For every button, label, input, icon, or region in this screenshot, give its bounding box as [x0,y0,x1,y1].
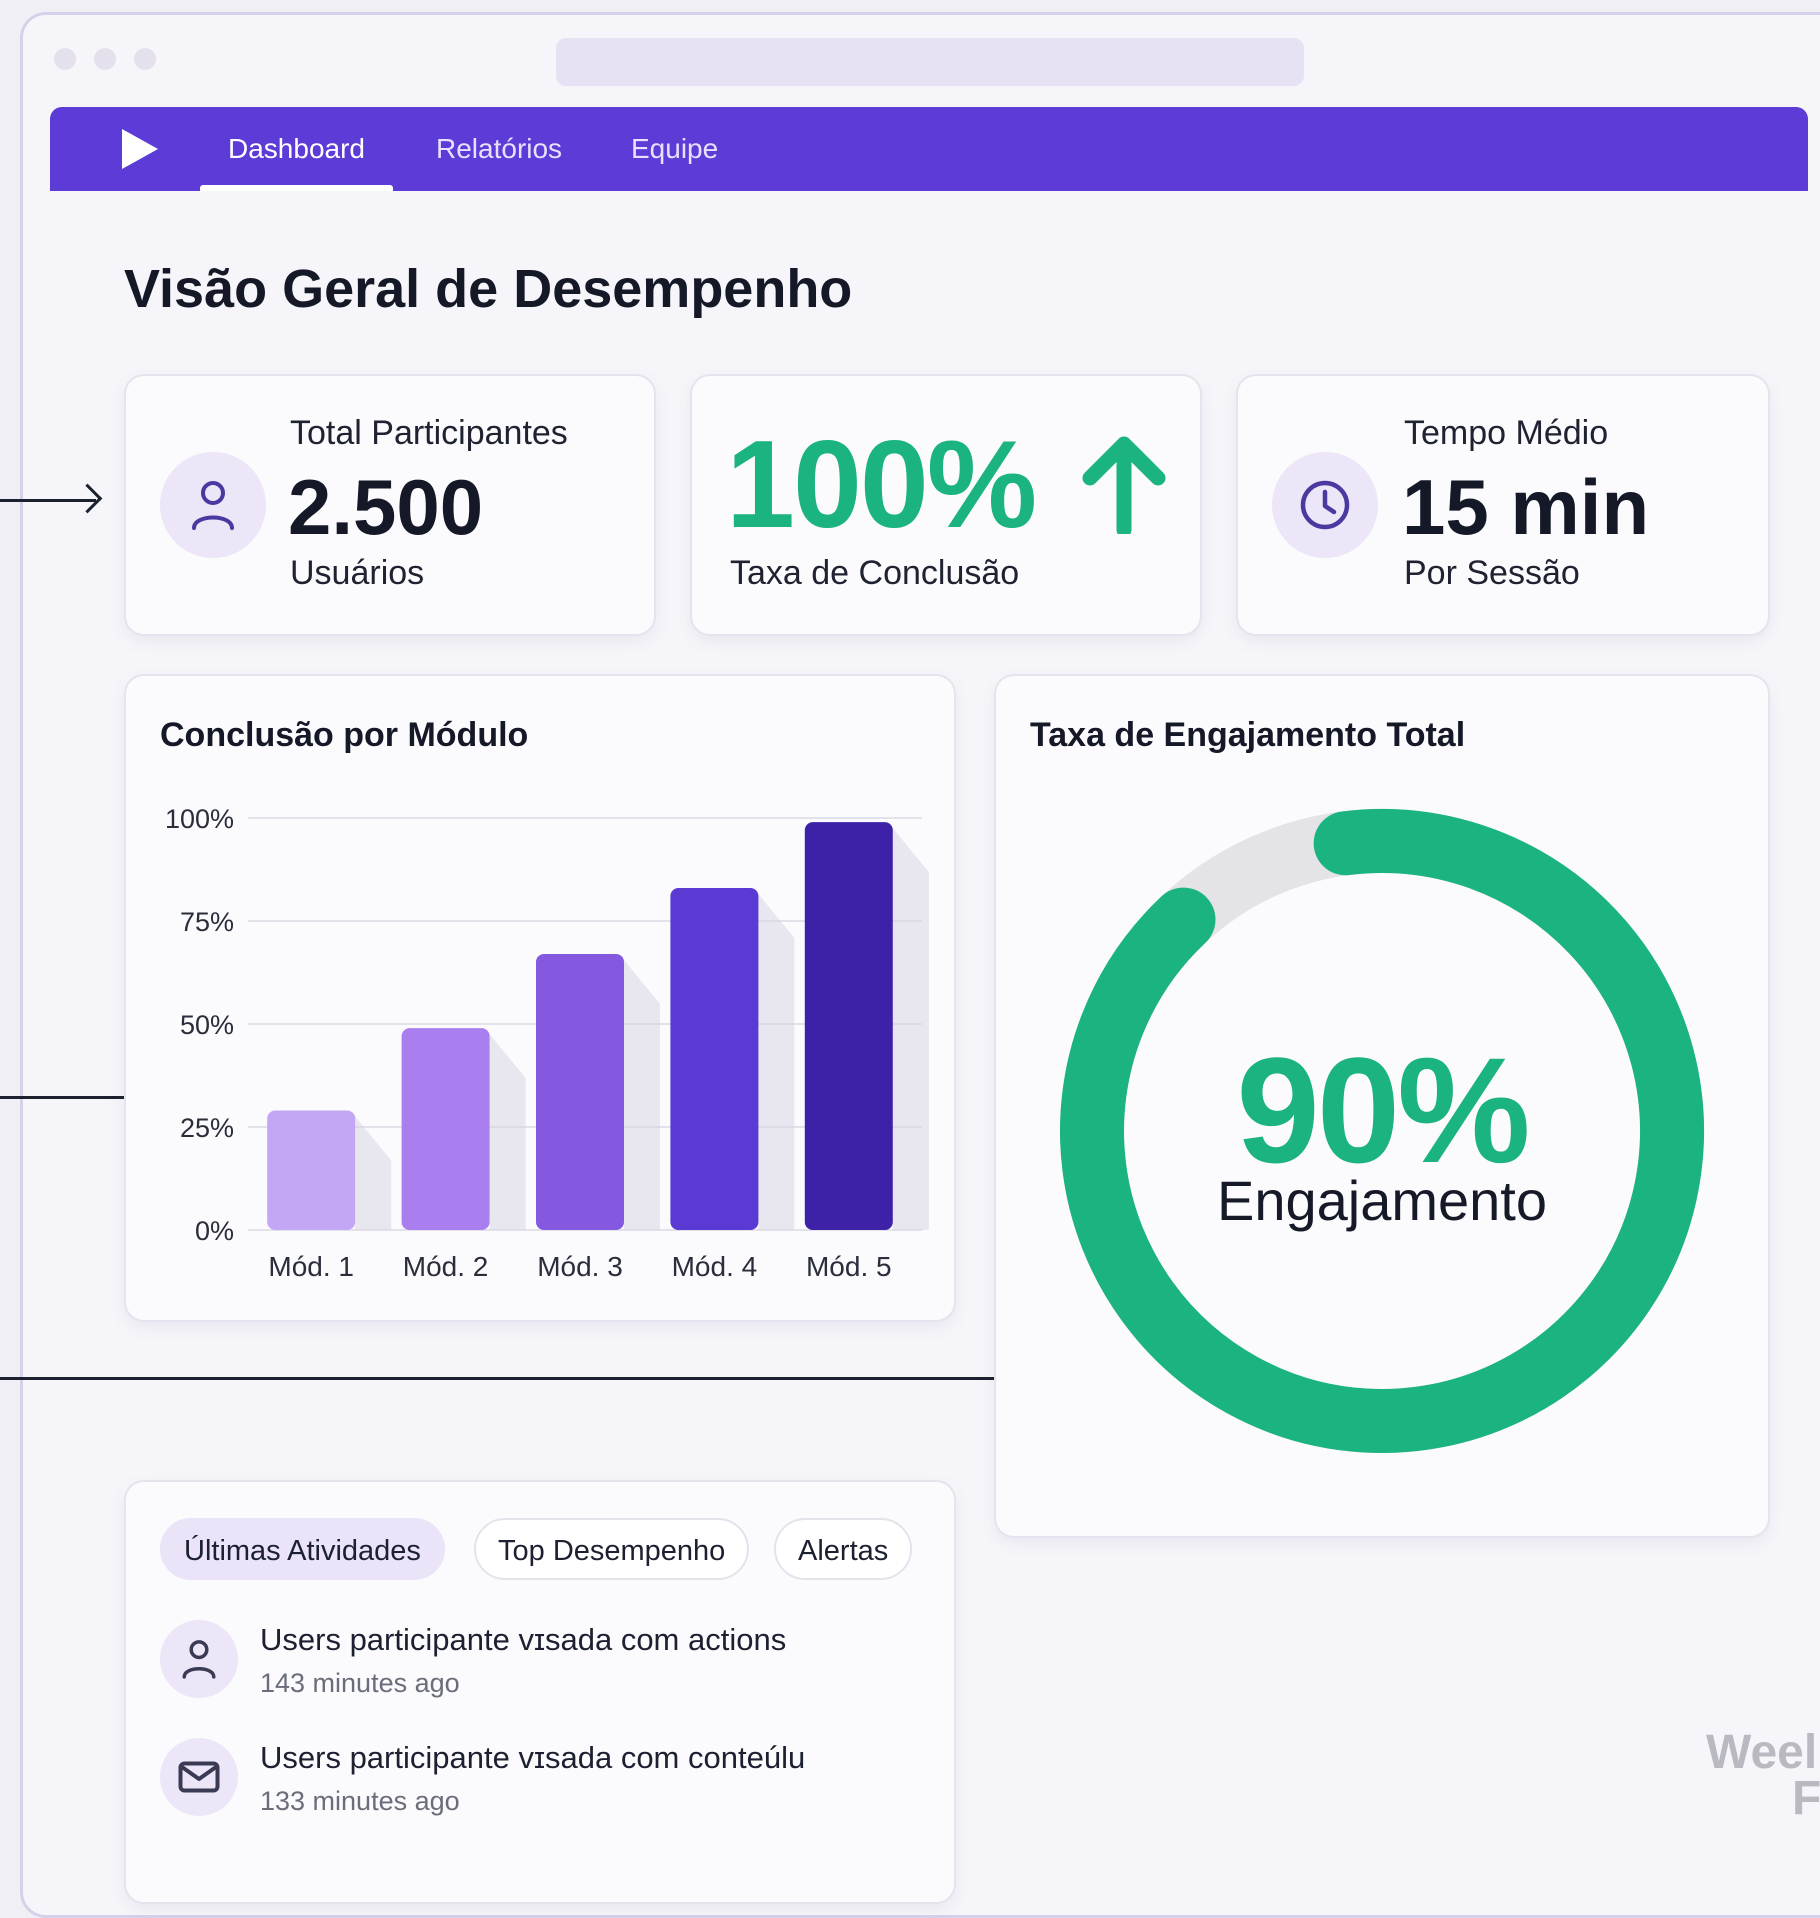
bar-1 [267,1110,356,1230]
bar-chart: 0% 25% 50% 75% 100% Mód. 1 Mód. 2 Mód. 3 Mód. 4 M… [165,804,929,1282]
activity-item-time: 143 minutes ago [260,1668,460,1698]
participants-label: Total Participantes [290,414,568,452]
activity-item-title[interactable]: Users participante vɪsada com conteúlu [260,1740,805,1776]
stat-card-completion: 100% Taxa de Conclusão [690,374,1202,636]
time-unit: Por Sessão [1404,554,1580,592]
annotation-arrow [0,499,96,502]
engagement-card: Taxa de Engajamento Total 90% Engajament… [994,674,1770,1538]
watermark-line: F [1792,1772,1820,1825]
bar-3 [536,953,624,1230]
bar-2 [401,1028,490,1230]
bar-4 [670,888,759,1230]
y-tick-label: 100% [165,804,234,834]
stat-card-time: Tempo Médio 15 min Por Sessão [1236,374,1770,636]
participants-unit: Usuários [290,554,425,592]
tab-ultimas-atividades[interactable]: Últimas Atividades [160,1518,445,1580]
completion-value: 100% [726,416,1037,554]
participants-value: 2.500 [288,463,484,551]
bar-shadow [355,1116,392,1230]
clock-icon [1272,452,1378,558]
window-dot-maximize[interactable] [134,48,156,70]
x-tick-label: Mód. 5 [806,1251,892,1282]
nav-item-relatorios[interactable]: Relatórios [436,107,562,191]
completion-label: Taxa de Conclusão [730,554,1020,592]
bar-shadow [624,959,660,1230]
watermark: Weel F [1706,1726,1820,1825]
x-tick-label: Mód. 4 [672,1251,758,1282]
mail-icon [160,1738,238,1816]
bar-shadow [892,828,929,1230]
x-tick-label: Mód. 1 [268,1251,354,1282]
window-dot-minimize[interactable] [94,48,116,70]
arrow-up-icon [1082,434,1166,539]
bar-shadow [758,894,795,1230]
address-bar[interactable] [556,38,1304,86]
y-tick-label: 50% [180,1010,234,1040]
tab-alertas[interactable]: Alertas [774,1518,913,1580]
watermark-line: Weel [1706,1726,1818,1779]
user-icon [160,1620,238,1698]
time-label: Tempo Médio [1404,414,1609,452]
activity-item-time: 133 minutes ago [260,1786,460,1816]
activity-item-title[interactable]: Users participante vɪsada com actions [260,1622,786,1658]
tab-top-desempenho[interactable]: Top Desempenho [474,1518,750,1580]
y-tick-label: 75% [180,907,234,937]
engagement-label: Engajamento [1216,1169,1547,1232]
x-tick-label: Mód. 3 [537,1251,623,1282]
window-dot-close[interactable] [54,48,76,70]
nav-item-equipe[interactable]: Equipe [631,107,718,191]
top-navbar: Dashboard Relatórios Equipe [50,107,1808,191]
x-tick-label: Mód. 2 [403,1251,489,1282]
stat-card-participants: Total Participantes 2.500 Usuários [124,374,656,636]
chart-card: Conclusão por Módulo 0% 25% 50% 75% 100% Mód.… [124,674,956,1322]
bar-shadow [489,1034,526,1230]
time-value: 15 min [1402,463,1650,551]
user-icon [160,452,266,558]
y-tick-label: 25% [180,1113,234,1143]
nav-item-dashboard[interactable]: Dashboard [200,107,393,191]
annotation-arrow [0,1377,1072,1380]
y-tick-label: 0% [195,1216,234,1246]
play-logo-icon[interactable] [122,129,158,169]
page-title: Visão Geral de Desempenho [124,259,853,319]
bar-5 [804,822,893,1230]
